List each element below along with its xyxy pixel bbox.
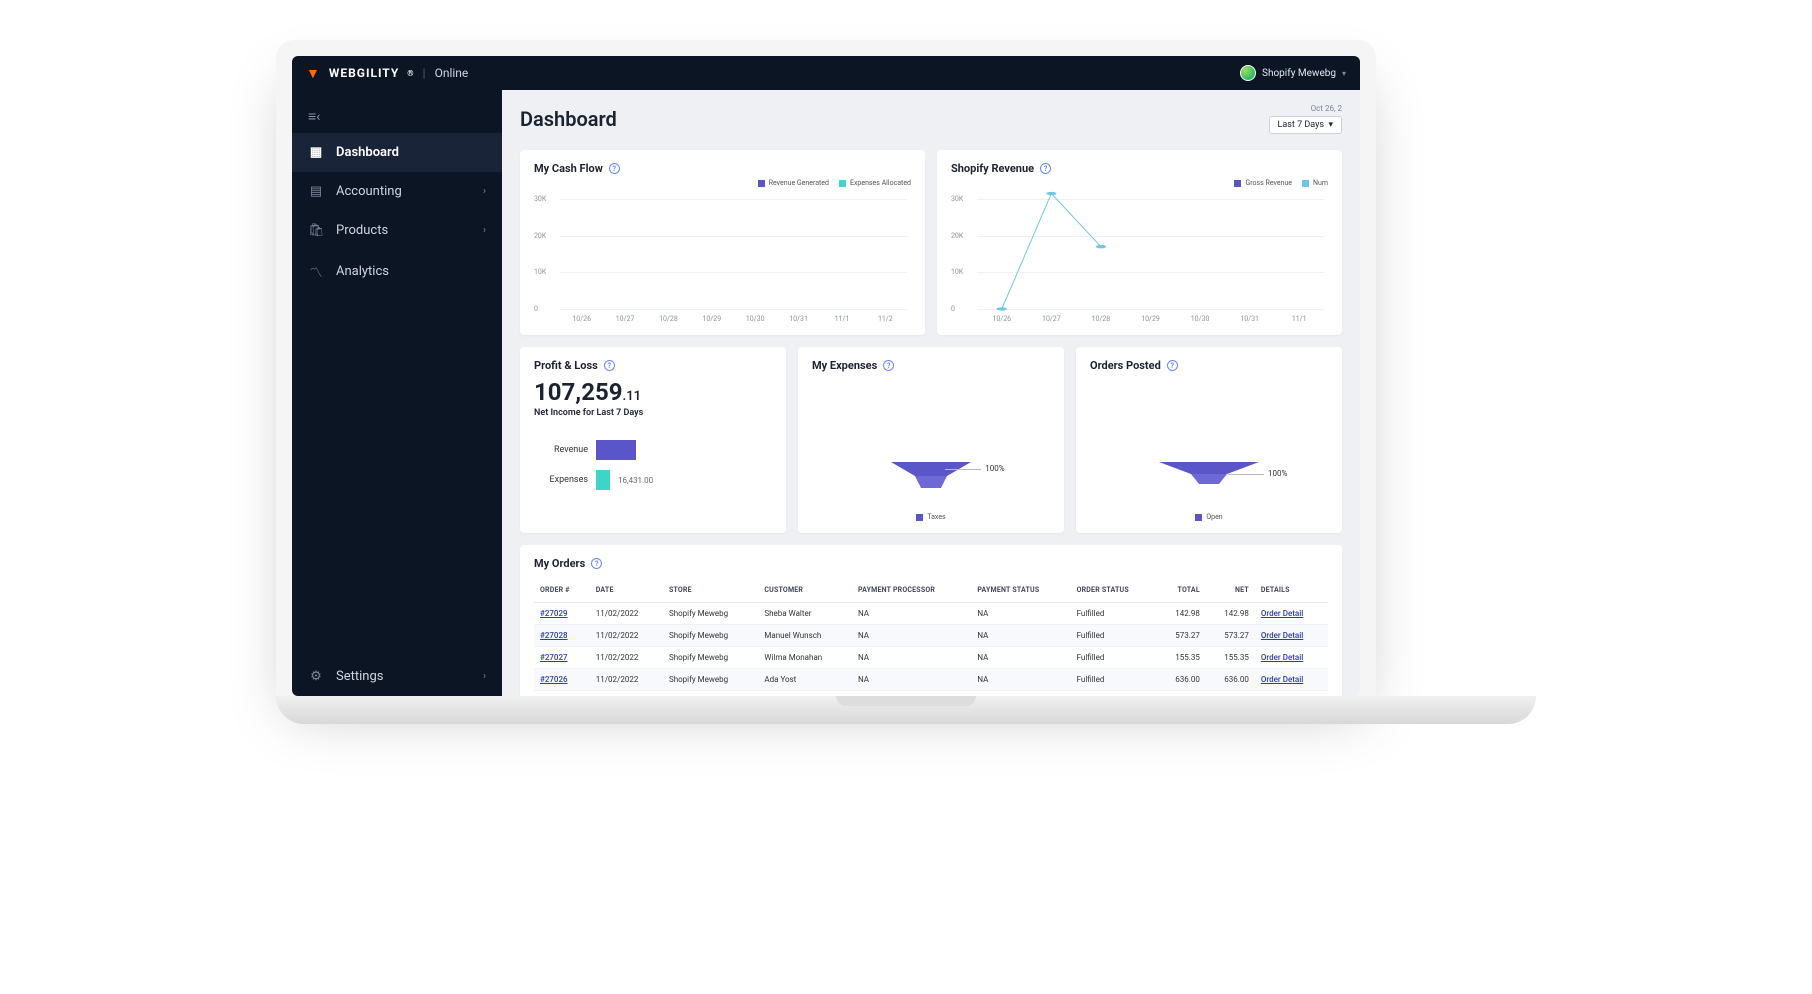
brand-reg: ® xyxy=(407,69,414,78)
sidebar-item-dashboard[interactable]: ▦ Dashboard xyxy=(292,133,502,172)
nav-icon: ▤ xyxy=(308,184,324,199)
help-icon[interactable]: ? xyxy=(591,558,602,569)
order-detail-link[interactable]: Order Detail xyxy=(1261,609,1303,618)
help-icon[interactable]: ? xyxy=(1040,163,1051,174)
sidebar-item-accounting[interactable]: ▤ Accounting › xyxy=(292,172,502,211)
account-name: Shopify Mewebg xyxy=(1262,68,1336,79)
pl-subtitle: Net Income for Last 7 Days xyxy=(534,408,772,418)
sidebar-collapse-button[interactable]: ≡‹ xyxy=(292,100,502,133)
col-order-: ORDER # xyxy=(534,578,590,603)
card-title: My Cash Flow xyxy=(534,162,603,175)
chevron-right-icon: › xyxy=(483,186,486,197)
card-orders-posted: Orders Posted? 100% Open xyxy=(1076,347,1342,533)
pl-expenses-label: Expenses xyxy=(534,475,588,485)
cashflow-chart: 010K20K30K10/2610/2710/2810/2910/3010/31… xyxy=(534,193,911,323)
pl-expenses-value: 16,431.00 xyxy=(618,476,653,485)
brand-logo-icon: ▼ xyxy=(306,65,321,82)
swatch-icon xyxy=(1302,180,1309,187)
orders-posted-pct: 100% xyxy=(1268,469,1287,478)
order-id-link[interactable]: #27027 xyxy=(540,653,568,662)
main-content: Dashboard Oct 26, 2 Last 7 Days ▾ My Cas… xyxy=(502,90,1360,696)
card-title: My Orders xyxy=(534,557,585,570)
card-expenses: My Expenses? 100% Taxes xyxy=(798,347,1064,533)
table-row: #27027 11/02/2022 Shopify Mewebg Wilma M… xyxy=(534,647,1328,669)
swatch-icon xyxy=(758,180,765,187)
col-payment-status: PAYMENT STATUS xyxy=(971,578,1070,603)
sidebar: ≡‹ ▦ Dashboard ▤ Accounting › 🛍 Products › 〽 Anal… xyxy=(292,90,502,696)
chevron-right-icon: › xyxy=(483,671,486,682)
card-cash-flow: My Cash Flow? Revenue GeneratedExpenses … xyxy=(520,150,925,335)
topbar: ▼ WEBGILITY® | Online Shopify Mewebg ▾ xyxy=(292,56,1360,90)
swatch-icon xyxy=(1234,180,1241,187)
brand-mode: Online xyxy=(435,66,469,80)
order-id-link[interactable]: #27028 xyxy=(540,631,568,640)
orders-table: ORDER #DATESTORECUSTOMERPAYMENT PROCESSO… xyxy=(534,578,1328,691)
swatch-icon xyxy=(839,180,846,187)
chevron-down-icon: ▾ xyxy=(1342,69,1346,78)
sidebar-item-analytics[interactable]: 〽 Analytics xyxy=(292,250,502,293)
col-net: NET xyxy=(1206,578,1255,603)
table-row: #27028 11/02/2022 Shopify Mewebg Manuel … xyxy=(534,625,1328,647)
nav-icon: 🛍 xyxy=(308,223,324,238)
pl-value: 107,259.11 xyxy=(534,378,772,406)
col-payment-processor: PAYMENT PROCESSOR xyxy=(852,578,971,603)
table-row: #27029 11/02/2022 Shopify Mewebg Sheba W… xyxy=(534,603,1328,625)
help-icon[interactable]: ? xyxy=(883,360,894,371)
funnel-icon xyxy=(1159,462,1259,492)
card-title: Orders Posted xyxy=(1090,359,1161,372)
help-icon[interactable]: ? xyxy=(1167,360,1178,371)
account-switcher[interactable]: Shopify Mewebg ▾ xyxy=(1240,65,1346,81)
col-store: STORE xyxy=(663,578,758,603)
help-icon[interactable]: ? xyxy=(609,163,620,174)
table-row: #27026 11/02/2022 Shopify Mewebg Ada Yos… xyxy=(534,669,1328,691)
brand-name: WEBGILITY xyxy=(329,66,399,80)
help-icon[interactable]: ? xyxy=(604,360,615,371)
brand: ▼ WEBGILITY® | Online xyxy=(306,65,468,82)
order-detail-link[interactable]: Order Detail xyxy=(1261,631,1303,640)
pl-expenses-bar xyxy=(596,470,610,490)
shopify-chart: 010K20K30K10/2610/2710/2810/2910/3010/31… xyxy=(951,193,1328,323)
sidebar-item-label: Products xyxy=(336,223,388,238)
card-title: Profit & Loss xyxy=(534,359,598,372)
sidebar-item-products[interactable]: 🛍 Products › xyxy=(292,211,502,250)
nav-icon: ▦ xyxy=(308,145,324,160)
date-stamp: Oct 26, 2 xyxy=(1269,104,1342,113)
gear-icon: ⚙ xyxy=(308,669,324,684)
order-detail-link[interactable]: Order Detail xyxy=(1261,653,1303,662)
col-total: TOTAL xyxy=(1157,578,1206,603)
card-profit-loss: Profit & Loss? 107,259.11 Net Income for… xyxy=(520,347,786,533)
order-detail-link[interactable]: Order Detail xyxy=(1261,675,1303,684)
sidebar-item-settings[interactable]: ⚙ Settings › xyxy=(292,657,502,696)
sidebar-item-label: Accounting xyxy=(336,184,402,199)
nav-icon: 〽 xyxy=(308,262,324,281)
expenses-pct: 100% xyxy=(985,464,1004,473)
col-customer: CUSTOMER xyxy=(758,578,852,603)
date-range-select[interactable]: Last 7 Days ▾ xyxy=(1269,116,1342,134)
page-title: Dashboard xyxy=(520,107,617,131)
order-id-link[interactable]: #27026 xyxy=(540,675,568,684)
col-order-status: ORDER STATUS xyxy=(1071,578,1157,603)
col-details: DETAILS xyxy=(1255,578,1328,603)
sidebar-item-label: Settings xyxy=(336,669,383,684)
funnel-icon xyxy=(891,462,971,492)
sidebar-item-label: Dashboard xyxy=(336,145,399,160)
pl-revenue-bar xyxy=(596,440,636,460)
pl-revenue-label: Revenue xyxy=(534,445,588,455)
card-orders: My Orders? ORDER #DATESTORECUSTOMERPAYME… xyxy=(520,545,1342,696)
swatch-icon xyxy=(1195,514,1202,521)
col-date: DATE xyxy=(590,578,663,603)
swatch-icon xyxy=(916,514,923,521)
card-title: My Expenses xyxy=(812,359,877,372)
order-id-link[interactable]: #27029 xyxy=(540,609,568,618)
avatar-icon xyxy=(1240,65,1256,81)
chevron-right-icon: › xyxy=(483,225,486,236)
card-shopify-revenue: Shopify Revenue? Gross RevenueNum 010K20… xyxy=(937,150,1342,335)
card-title: Shopify Revenue xyxy=(951,162,1034,175)
sidebar-item-label: Analytics xyxy=(336,264,389,279)
